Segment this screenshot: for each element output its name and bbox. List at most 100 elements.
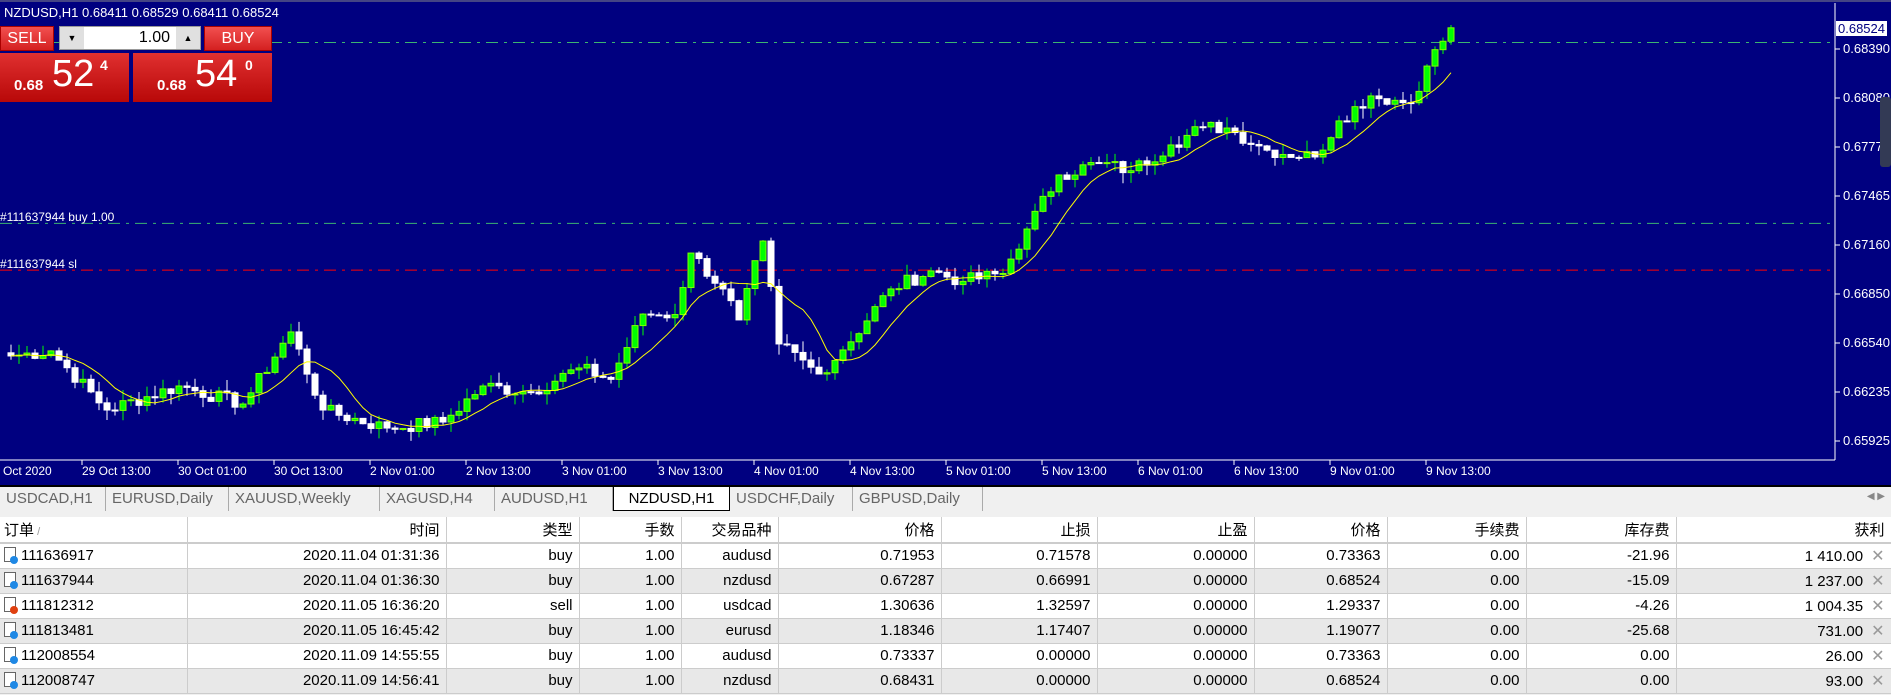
bear-candle (663, 314, 671, 319)
column-header[interactable]: 类型 (446, 517, 580, 544)
bear-candle (111, 409, 119, 412)
cell-value: buy (548, 622, 573, 639)
time-axis-label: Oct 2020 (3, 464, 52, 478)
bear-candle (1399, 99, 1407, 104)
tab-usdcad-h1[interactable]: USDCAD,H1 (0, 487, 106, 511)
cell-value: 1.29337 (1326, 597, 1381, 614)
increase-lot-icon[interactable]: ▲ (176, 27, 200, 49)
bull-candle (127, 399, 135, 402)
table-row[interactable]: 112008747 2020.11.09 14:56:41 buy 1.00 nzdus… (0, 668, 1891, 694)
table-cell: 111812312 (0, 593, 188, 619)
bid-pips: 52 (52, 53, 95, 95)
decrease-lot-icon[interactable]: ▼ (60, 27, 84, 49)
table-cell: 1.00 (579, 568, 682, 594)
table-cell: 0.00 (1387, 593, 1527, 619)
close-order-icon[interactable]: ✕ (1871, 598, 1884, 615)
ask-quote[interactable]: 0.68 54 0 (133, 53, 272, 102)
cell-value: 2020.11.09 14:56:41 (302, 672, 440, 689)
table-cell: 1.00 (579, 643, 682, 669)
sell-button[interactable]: SELL (0, 26, 54, 51)
tab-scroll-arrows-icon[interactable]: ◀ ▶ (1867, 491, 1885, 502)
table-cell: 0.71578 (941, 543, 1098, 569)
price-chart[interactable]: NZDUSD,H1 0.68411 0.68529 0.68411 0.6852… (0, 0, 1891, 485)
column-header[interactable]: 时间 (187, 517, 447, 544)
tab-gbpusd-daily[interactable]: GBPUSD,Daily (853, 487, 983, 511)
table-cell: 0.00 (1387, 643, 1527, 669)
close-order-icon[interactable]: ✕ (1871, 673, 1884, 690)
cell-value: 0.00 (1490, 597, 1520, 614)
cell-value: 0.00000 (1193, 672, 1248, 689)
bear-candle (1295, 156, 1303, 159)
column-header-label: 止损 (1060, 522, 1091, 539)
column-header[interactable]: 手数 (579, 517, 682, 544)
column-header[interactable]: 获利 (1676, 517, 1891, 544)
lot-size-stepper[interactable]: ▼ 1.00 ▲ (59, 26, 201, 50)
candlestick-plot[interactable] (0, 0, 1891, 485)
tab-eurusd-daily[interactable]: EURUSD,Daily (106, 487, 229, 511)
bull-candle (175, 385, 183, 395)
column-header[interactable]: 手续费 (1387, 517, 1527, 544)
close-order-icon[interactable]: ✕ (1871, 548, 1884, 565)
time-axis-label: 6 Nov 13:00 (1234, 464, 1299, 478)
depth-widget[interactable] (1880, 97, 1891, 167)
column-header[interactable]: 交易品种 (681, 517, 779, 544)
bull-candle (1039, 195, 1047, 212)
table-cell: 731.00 ✕ (1676, 618, 1891, 644)
close-order-icon[interactable]: ✕ (1871, 648, 1884, 665)
tab-nzdusd-h1[interactable]: NZDUSD,H1 (613, 487, 730, 511)
bull-candle (375, 421, 383, 429)
table-row[interactable]: 111813481 2020.11.05 16:45:42 buy 1.00 eurus… (0, 618, 1891, 644)
bear-candle (607, 376, 615, 380)
table-cell: 0.68524 (1254, 568, 1388, 594)
tab-usdchf-daily[interactable]: USDCHF,Daily (730, 487, 853, 511)
time-axis-label: 9 Nov 01:00 (1330, 464, 1395, 478)
bull-candle (1191, 126, 1199, 136)
cell-value: 0.73363 (1326, 547, 1381, 565)
bear-candle (71, 367, 79, 383)
bear-candle (95, 391, 103, 404)
column-header[interactable]: 库存费 (1526, 517, 1677, 544)
time-axis-label: 29 Oct 13:00 (82, 464, 151, 478)
buy-order-icon (4, 672, 18, 689)
bear-candle (391, 427, 399, 430)
table-cell: 0.00000 (1097, 543, 1255, 569)
bid-quote[interactable]: 0.68 52 4 (0, 53, 129, 102)
table-cell: audusd (681, 543, 779, 569)
column-header[interactable]: 止盈 (1097, 517, 1255, 544)
column-header[interactable]: 价格 (1254, 517, 1388, 544)
column-header[interactable]: 价格 (778, 517, 942, 544)
cell-value: 0.71953 (880, 547, 935, 565)
lot-size-value[interactable]: 1.00 (139, 29, 170, 47)
bear-candle (103, 402, 111, 411)
bear-candle (727, 288, 735, 302)
table-row[interactable]: 111637944 2020.11.04 01:36:30 buy 1.00 nzdus… (0, 568, 1891, 594)
bull-candle (559, 372, 567, 382)
table-row[interactable]: 111812312 2020.11.05 16:36:20 sell 1.00 usdc… (0, 593, 1891, 619)
table-cell: -21.96 (1526, 543, 1677, 569)
close-order-icon[interactable]: ✕ (1871, 573, 1884, 590)
table-cell: 0.73363 (1254, 643, 1388, 669)
bid-prefix: 0.68 (14, 77, 44, 94)
time-axis-label: 5 Nov 01:00 (946, 464, 1011, 478)
column-header[interactable]: 止损 (941, 517, 1098, 544)
bull-candle (1391, 99, 1399, 105)
table-row[interactable]: 112008554 2020.11.09 14:55:55 buy 1.00 audus… (0, 643, 1891, 669)
column-header-label: 获利 (1854, 522, 1885, 539)
bull-candle (839, 349, 847, 361)
tab-xauusd-weekly[interactable]: XAUUSD,Weekly (229, 487, 380, 511)
tab-xagusd-h4[interactable]: XAGUSD,H4 (380, 487, 495, 511)
bull-candle (263, 371, 271, 375)
time-axis-label: 2 Nov 01:00 (370, 464, 435, 478)
table-cell: buy (446, 643, 580, 669)
bull-candle (551, 380, 559, 391)
time-axis-label: 4 Nov 01:00 (754, 464, 819, 478)
column-header[interactable]: 订单 / (0, 517, 188, 544)
close-order-icon[interactable]: ✕ (1871, 623, 1884, 640)
table-cell: 1.00 (579, 668, 682, 694)
buy-button[interactable]: BUY (204, 26, 272, 51)
tab-audusd-h1[interactable]: AUDUSD,H1 (495, 487, 613, 511)
cell-value: buy (548, 647, 573, 664)
bear-candle (783, 343, 791, 346)
table-row[interactable]: 111636917 2020.11.04 01:31:36 buy 1.00 audus… (0, 543, 1891, 569)
table-cell: 111636917 (0, 543, 188, 569)
